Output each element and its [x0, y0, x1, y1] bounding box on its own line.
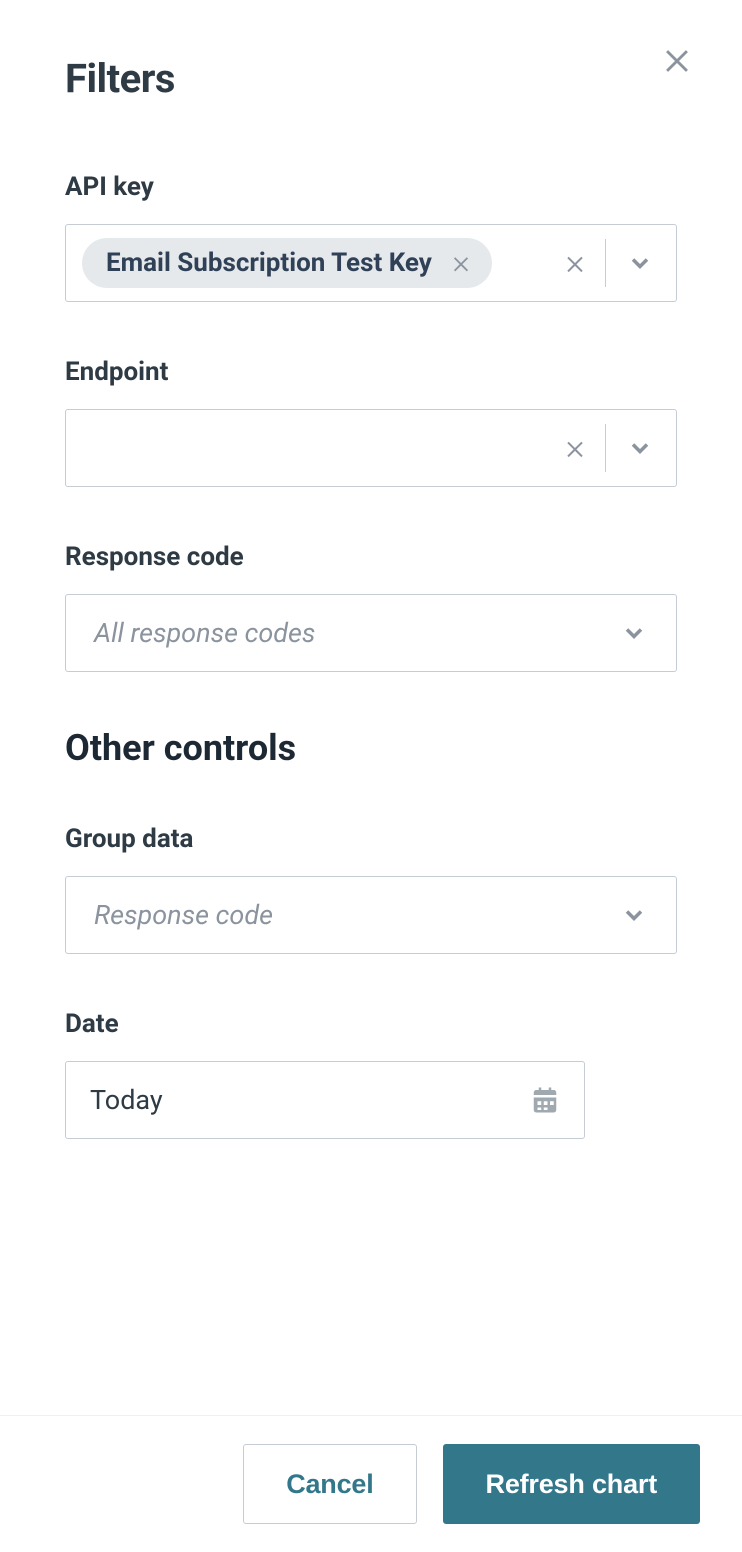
- api-key-content: Email Subscription Test Key: [82, 225, 545, 301]
- response-code-select[interactable]: All response codes: [65, 594, 677, 672]
- group-data-content: Response code: [82, 877, 608, 953]
- panel-footer: Cancel Refresh chart: [0, 1415, 742, 1552]
- close-icon: [563, 251, 587, 275]
- endpoint-dropdown-toggle[interactable]: [606, 434, 660, 462]
- close-icon: [660, 42, 694, 76]
- response-code-label: Response code: [65, 542, 677, 572]
- close-icon: [450, 252, 472, 274]
- group-data-label: Group data: [65, 824, 677, 854]
- group-data-dropdown-toggle[interactable]: [608, 901, 660, 929]
- chevron-down-icon: [620, 901, 648, 929]
- filters-panel: Filters API key Email Subscription Test …: [0, 0, 742, 1139]
- calendar-icon: [530, 1085, 560, 1115]
- group-data-placeholder: Response code: [82, 899, 273, 931]
- endpoint-content: [82, 410, 545, 486]
- api-key-select[interactable]: Email Subscription Test Key: [65, 224, 677, 302]
- group-data-field: Group data Response code: [65, 824, 677, 954]
- date-field: Date Today: [65, 1009, 677, 1139]
- chevron-down-icon: [620, 619, 648, 647]
- api-key-controls: [545, 239, 660, 287]
- group-data-select[interactable]: Response code: [65, 876, 677, 954]
- close-icon: [563, 436, 587, 460]
- api-key-label: API key: [65, 172, 677, 202]
- date-label: Date: [65, 1009, 677, 1039]
- refresh-chart-button[interactable]: Refresh chart: [443, 1444, 700, 1524]
- date-value: Today: [90, 1084, 163, 1116]
- api-key-field: API key Email Subscription Test Key: [65, 172, 677, 302]
- response-code-field: Response code All response codes: [65, 542, 677, 672]
- api-key-chip: Email Subscription Test Key: [82, 238, 492, 288]
- response-code-content: All response codes: [82, 595, 608, 671]
- response-code-placeholder: All response codes: [82, 617, 315, 649]
- date-picker[interactable]: Today: [65, 1061, 585, 1139]
- api-key-chip-remove[interactable]: [450, 252, 472, 274]
- close-button[interactable]: [660, 42, 694, 76]
- endpoint-select[interactable]: [65, 409, 677, 487]
- chevron-down-icon: [626, 434, 654, 462]
- api-key-chip-label: Email Subscription Test Key: [106, 248, 432, 278]
- endpoint-controls: [545, 424, 660, 472]
- endpoint-label: Endpoint: [65, 357, 677, 387]
- chevron-down-icon: [626, 249, 654, 277]
- cancel-button[interactable]: Cancel: [243, 1444, 416, 1524]
- response-code-dropdown-toggle[interactable]: [608, 619, 660, 647]
- api-key-dropdown-toggle[interactable]: [606, 249, 660, 277]
- api-key-clear[interactable]: [545, 251, 605, 275]
- endpoint-field: Endpoint: [65, 357, 677, 487]
- panel-title: Filters: [65, 55, 677, 102]
- other-controls-header: Other controls: [65, 727, 677, 769]
- endpoint-clear[interactable]: [545, 436, 605, 460]
